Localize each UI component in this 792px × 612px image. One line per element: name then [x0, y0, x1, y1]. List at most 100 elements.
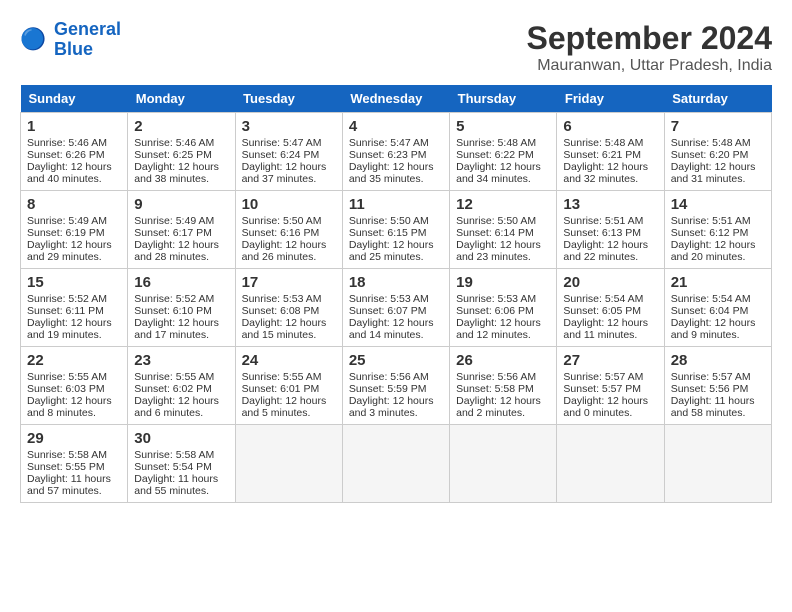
- sunset: Sunset: 6:01 PM: [242, 383, 320, 395]
- col-friday: Friday: [557, 85, 664, 113]
- daylight-label: Daylight: 11 hours and 57 minutes.: [27, 473, 111, 497]
- day-cell: 10 Sunrise: 5:50 AM Sunset: 6:16 PM Dayl…: [235, 191, 342, 269]
- day-number: 8: [27, 196, 121, 213]
- day-number: 10: [242, 196, 336, 213]
- sunset: Sunset: 6:22 PM: [456, 149, 534, 161]
- sunrise: Sunrise: 5:48 AM: [456, 137, 536, 149]
- sunset: Sunset: 5:56 PM: [671, 383, 749, 395]
- sunset: Sunset: 6:14 PM: [456, 227, 534, 239]
- sunset: Sunset: 6:07 PM: [349, 305, 427, 317]
- day-cell: 19 Sunrise: 5:53 AM Sunset: 6:06 PM Dayl…: [450, 269, 557, 347]
- sunrise: Sunrise: 5:55 AM: [27, 371, 107, 383]
- header: 🔵 General Blue September 2024 Mauranwan,…: [20, 20, 772, 75]
- sunrise: Sunrise: 5:54 AM: [671, 293, 751, 305]
- day-number: 28: [671, 352, 765, 369]
- sunset: Sunset: 6:23 PM: [349, 149, 427, 161]
- daylight-label: Daylight: 12 hours and 28 minutes.: [134, 239, 219, 263]
- daylight-label: Daylight: 12 hours and 17 minutes.: [134, 317, 219, 341]
- sunset: Sunset: 6:24 PM: [242, 149, 320, 161]
- daylight-label: Daylight: 12 hours and 12 minutes.: [456, 317, 541, 341]
- sunrise: Sunrise: 5:52 AM: [134, 293, 214, 305]
- sunset: Sunset: 6:16 PM: [242, 227, 320, 239]
- day-number: 3: [242, 118, 336, 135]
- day-number: 12: [456, 196, 550, 213]
- sunrise: Sunrise: 5:56 AM: [349, 371, 429, 383]
- sunrise: Sunrise: 5:49 AM: [134, 215, 214, 227]
- day-number: 15: [27, 274, 121, 291]
- day-cell: 26 Sunrise: 5:56 AM Sunset: 5:58 PM Dayl…: [450, 347, 557, 425]
- day-cell: 9 Sunrise: 5:49 AM Sunset: 6:17 PM Dayli…: [128, 191, 235, 269]
- daylight-label: Daylight: 12 hours and 26 minutes.: [242, 239, 327, 263]
- col-saturday: Saturday: [664, 85, 771, 113]
- empty-cell: [664, 425, 771, 503]
- day-cell: 12 Sunrise: 5:50 AM Sunset: 6:14 PM Dayl…: [450, 191, 557, 269]
- empty-cell: [450, 425, 557, 503]
- daylight-label: Daylight: 12 hours and 32 minutes.: [563, 161, 648, 185]
- day-cell: 5 Sunrise: 5:48 AM Sunset: 6:22 PM Dayli…: [450, 113, 557, 191]
- daylight-label: Daylight: 12 hours and 11 minutes.: [563, 317, 648, 341]
- daylight-label: Daylight: 12 hours and 35 minutes.: [349, 161, 434, 185]
- sunset: Sunset: 6:02 PM: [134, 383, 212, 395]
- sunset: Sunset: 5:57 PM: [563, 383, 641, 395]
- calendar-row: 1 Sunrise: 5:46 AM Sunset: 6:26 PM Dayli…: [21, 113, 772, 191]
- svg-text:🔵: 🔵: [20, 26, 46, 51]
- daylight-label: Daylight: 12 hours and 19 minutes.: [27, 317, 112, 341]
- day-number: 27: [563, 352, 657, 369]
- daylight-label: Daylight: 12 hours and 3 minutes.: [349, 395, 434, 419]
- day-number: 13: [563, 196, 657, 213]
- day-cell: 16 Sunrise: 5:52 AM Sunset: 6:10 PM Dayl…: [128, 269, 235, 347]
- day-cell: 14 Sunrise: 5:51 AM Sunset: 6:12 PM Dayl…: [664, 191, 771, 269]
- col-sunday: Sunday: [21, 85, 128, 113]
- day-number: 6: [563, 118, 657, 135]
- day-number: 18: [349, 274, 443, 291]
- col-monday: Monday: [128, 85, 235, 113]
- day-cell: 27 Sunrise: 5:57 AM Sunset: 5:57 PM Dayl…: [557, 347, 664, 425]
- day-cell: 7 Sunrise: 5:48 AM Sunset: 6:20 PM Dayli…: [664, 113, 771, 191]
- page-title: September 2024: [527, 20, 772, 57]
- sunrise: Sunrise: 5:52 AM: [27, 293, 107, 305]
- sunrise: Sunrise: 5:50 AM: [349, 215, 429, 227]
- daylight-label: Daylight: 12 hours and 9 minutes.: [671, 317, 756, 341]
- day-number: 1: [27, 118, 121, 135]
- header-row: Sunday Monday Tuesday Wednesday Thursday…: [21, 85, 772, 113]
- day-number: 19: [456, 274, 550, 291]
- sunrise: Sunrise: 5:55 AM: [242, 371, 322, 383]
- sunrise: Sunrise: 5:46 AM: [134, 137, 214, 149]
- daylight-label: Daylight: 12 hours and 31 minutes.: [671, 161, 756, 185]
- day-cell: 28 Sunrise: 5:57 AM Sunset: 5:56 PM Dayl…: [664, 347, 771, 425]
- daylight-label: Daylight: 12 hours and 14 minutes.: [349, 317, 434, 341]
- sunset: Sunset: 6:05 PM: [563, 305, 641, 317]
- day-number: 2: [134, 118, 228, 135]
- day-cell: 1 Sunrise: 5:46 AM Sunset: 6:26 PM Dayli…: [21, 113, 128, 191]
- empty-cell: [235, 425, 342, 503]
- day-cell: 18 Sunrise: 5:53 AM Sunset: 6:07 PM Dayl…: [342, 269, 449, 347]
- calendar-row: 22 Sunrise: 5:55 AM Sunset: 6:03 PM Dayl…: [21, 347, 772, 425]
- logo-text: General Blue: [54, 20, 121, 60]
- daylight-label: Daylight: 12 hours and 6 minutes.: [134, 395, 219, 419]
- day-number: 20: [563, 274, 657, 291]
- sunrise: Sunrise: 5:53 AM: [456, 293, 536, 305]
- sunrise: Sunrise: 5:50 AM: [456, 215, 536, 227]
- day-cell: 8 Sunrise: 5:49 AM Sunset: 6:19 PM Dayli…: [21, 191, 128, 269]
- day-number: 9: [134, 196, 228, 213]
- page-subtitle: Mauranwan, Uttar Pradesh, India: [527, 57, 772, 75]
- daylight-label: Daylight: 12 hours and 40 minutes.: [27, 161, 112, 185]
- sunset: Sunset: 5:54 PM: [134, 461, 212, 473]
- day-number: 4: [349, 118, 443, 135]
- day-number: 26: [456, 352, 550, 369]
- daylight-label: Daylight: 12 hours and 37 minutes.: [242, 161, 327, 185]
- day-number: 14: [671, 196, 765, 213]
- daylight-label: Daylight: 12 hours and 29 minutes.: [27, 239, 112, 263]
- sunset: Sunset: 6:25 PM: [134, 149, 212, 161]
- daylight-label: Daylight: 12 hours and 22 minutes.: [563, 239, 648, 263]
- day-cell: 23 Sunrise: 5:55 AM Sunset: 6:02 PM Dayl…: [128, 347, 235, 425]
- daylight-label: Daylight: 12 hours and 2 minutes.: [456, 395, 541, 419]
- sunset: Sunset: 6:12 PM: [671, 227, 749, 239]
- sunrise: Sunrise: 5:51 AM: [671, 215, 751, 227]
- col-tuesday: Tuesday: [235, 85, 342, 113]
- sunrise: Sunrise: 5:49 AM: [27, 215, 107, 227]
- sunrise: Sunrise: 5:47 AM: [349, 137, 429, 149]
- sunset: Sunset: 6:15 PM: [349, 227, 427, 239]
- sunset: Sunset: 5:59 PM: [349, 383, 427, 395]
- sunrise: Sunrise: 5:50 AM: [242, 215, 322, 227]
